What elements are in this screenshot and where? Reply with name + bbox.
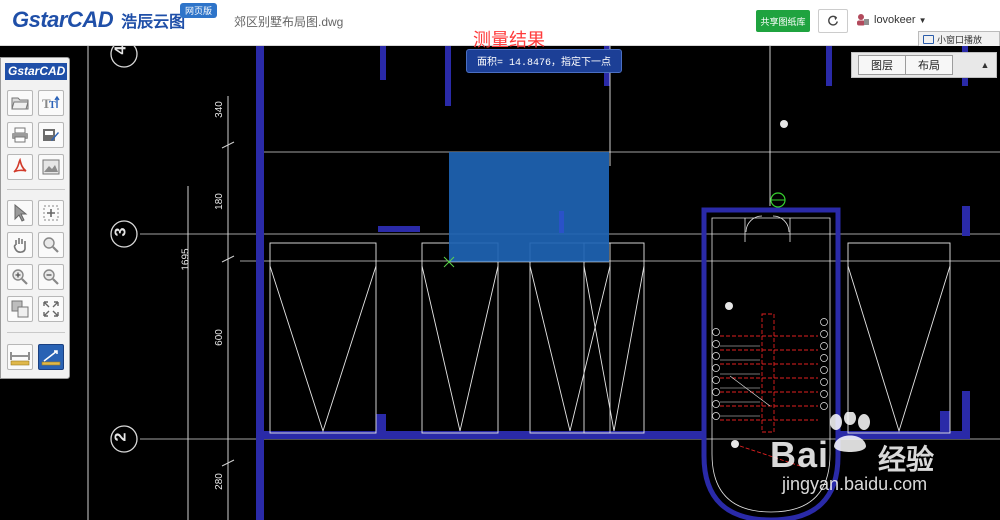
chevron-down-icon: ▼ [918,15,927,25]
zoom-extents-icon [43,301,59,317]
paw-logo-icon [830,412,870,452]
zoom-out-button[interactable] [38,264,64,290]
grid-bubble-label: 4 [112,45,130,55]
layout-icon [11,300,29,318]
dimension-text: 600 [213,329,225,346]
select-button[interactable] [7,200,33,226]
zoom-realtime-button[interactable] [38,232,64,258]
brand-logo: GstarCAD [12,7,114,32]
measure-distance-icon [10,352,30,366]
layout-button[interactable] [7,296,33,322]
dimension-text: 340 [213,101,225,118]
open-icon [11,97,29,110]
tab-layers[interactable]: 图层 [858,55,906,75]
edit-icon [43,129,59,141]
grid-bubble-label: 3 [112,227,130,237]
image-export-button[interactable] [38,154,64,180]
file-name: 郊区别墅布局图.dwg [234,15,344,29]
cad-viewer-app: GstarCAD 浩辰云图 网页版 郊区别墅布局图.dwg 共享图纸库 lovo… [0,0,1000,520]
measure-area-button[interactable] [38,344,64,370]
zoom-extents-button[interactable] [38,296,64,322]
dimension-text: 280 [213,473,225,490]
refresh-button[interactable] [818,9,848,33]
pan-button[interactable] [7,232,33,258]
layer-layout-panel: 图层 布局 ▲ [851,52,997,78]
edit-button[interactable] [38,122,64,148]
refresh-icon [828,15,838,26]
measure-area-icon [41,350,61,366]
measure-distance-button[interactable] [7,344,33,370]
toolbar-logo: GstarCAD [5,63,67,80]
brand[interactable]: GstarCAD 浩辰云图 网页版 [12,3,218,32]
open-button[interactable] [7,90,33,116]
select-icon [14,204,28,222]
toolbar-divider [7,189,65,190]
text-style-icon: TT [42,95,60,111]
collapse-up-icon[interactable]: ▲ [974,55,996,75]
image-export-icon [42,159,60,175]
zoom-out-icon [43,269,59,285]
zoom-in-button[interactable] [7,264,33,290]
user-avatar-icon [857,14,869,26]
brand-name: 浩辰云图 [121,14,186,31]
measure-result-box: 面积= 14.8476，指定下一点 [466,49,622,73]
watermark-url: jingyan.baidu.com [782,474,928,494]
pdf-icon [13,158,27,173]
pan-icon [13,238,26,253]
zoom-in-icon [12,269,28,285]
print-button[interactable] [7,122,33,148]
dimension-text: 1695 [180,248,192,271]
print-icon [12,127,28,143]
pdf-export-button[interactable] [7,154,33,180]
username: lovokeer [874,14,916,26]
text-style-button[interactable]: TT [38,90,64,116]
user-menu[interactable]: lovokeer ▼ [856,13,927,27]
small-window-label: 小窗口播放 [937,35,983,45]
tab-layouts[interactable]: 布局 [905,55,953,75]
window-zoom-icon [43,205,59,221]
baidu-watermark: Bai 经验 jingyan.baidu.com [770,412,996,518]
dimension-text: 180 [213,193,225,210]
grid-bubble-label: 2 [112,432,130,442]
toolbar-divider [7,332,65,333]
watermark-brand: Bai [770,434,830,475]
window-zoom-button[interactable] [38,200,64,226]
watermark-suffix: 经验 [878,444,935,475]
window-icon [923,35,934,44]
share-library-button[interactable]: 共享图纸库 [756,10,810,32]
svg-text:T: T [49,100,56,111]
web-version-badge: 网页版 [180,3,218,18]
zoom-realtime-icon [43,237,59,253]
left-toolbar: GstarCAD TT [0,57,70,379]
